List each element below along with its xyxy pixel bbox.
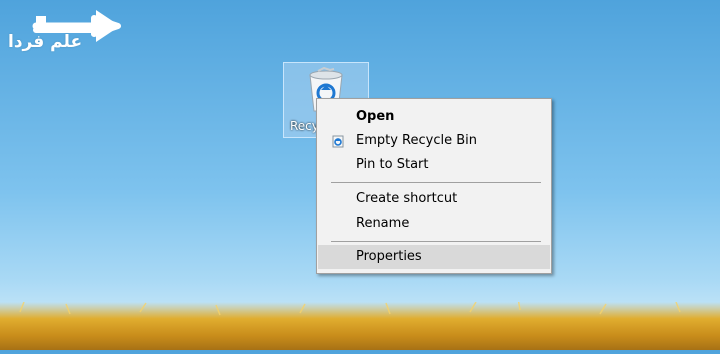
menu-item-empty-recycle-bin[interactable]: Empty Recycle Bin (318, 129, 550, 153)
menu-separator (331, 182, 541, 183)
menu-item-label: Pin to Start (356, 157, 429, 172)
menu-separator (331, 241, 541, 242)
menu-item-label: Create shortcut (356, 191, 458, 206)
recycle-bin-label: Recy (290, 119, 319, 133)
watermark-logo: علم فردا (6, 4, 126, 54)
watermark-text: علم فردا (8, 32, 83, 52)
context-menu: Open Empty Recycle Bin Pin to Start Crea… (316, 98, 552, 274)
menu-item-properties[interactable]: Properties (318, 245, 550, 269)
menu-item-create-shortcut[interactable]: Create shortcut (318, 187, 550, 211)
menu-item-pin-to-start[interactable]: Pin to Start (318, 153, 550, 177)
menu-item-label: Open (356, 109, 395, 124)
menu-item-rename[interactable]: Rename (318, 212, 550, 236)
menu-item-label: Empty Recycle Bin (356, 133, 477, 148)
wheat-field (0, 297, 720, 350)
menu-item-label: Properties (356, 249, 422, 264)
recycle-icon (332, 135, 344, 148)
menu-item-label: Rename (356, 216, 410, 231)
menu-item-open[interactable]: Open (318, 105, 550, 129)
